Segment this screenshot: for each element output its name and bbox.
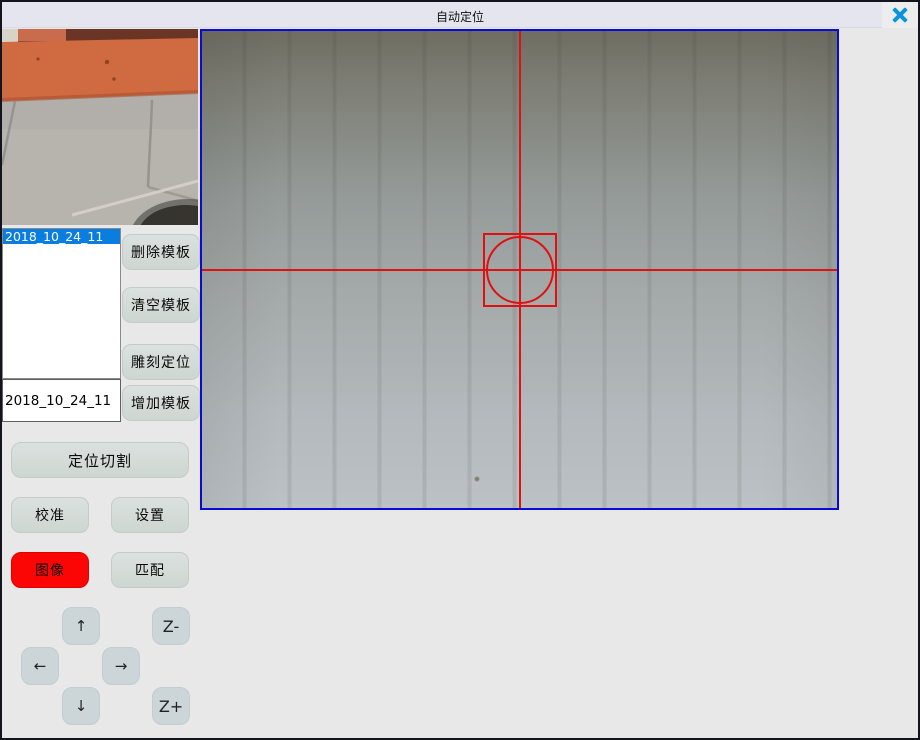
match-button[interactable]: 匹配 [111,552,189,588]
engrave-position-button[interactable]: 雕刻定位 [122,344,200,380]
position-cut-button[interactable]: 定位切割 [11,442,189,478]
camera-view [200,29,839,510]
dialog-title: 自动定位 [2,8,918,25]
template-list-item[interactable]: 2018_10_24_11 [3,229,120,244]
template-name-input[interactable] [2,379,121,422]
add-template-button[interactable]: 增加模板 [122,385,200,421]
clear-templates-button[interactable]: 清空模板 [122,287,200,323]
image-button-active[interactable]: 图像 [11,552,89,588]
jog-right-button[interactable]: → [102,647,140,685]
template-preview-image [2,29,198,225]
title-bar: 自动定位 [2,2,918,28]
jog-up-button[interactable]: ↑ [62,607,100,645]
settings-button[interactable]: 设置 [111,497,189,533]
delete-template-button[interactable]: 删除模板 [122,234,200,270]
close-icon [892,7,908,23]
close-button[interactable] [882,2,918,28]
jog-z-minus-button[interactable]: Z- [152,607,190,645]
jog-left-button[interactable]: ← [21,647,59,685]
calibrate-button[interactable]: 校准 [11,497,89,533]
jog-down-button[interactable]: ↓ [62,687,100,725]
target-circle [486,236,554,304]
jog-z-plus-button[interactable]: Z+ [152,687,190,725]
auto-position-dialog: 自动定位 2018_10_24_11 删除模板 清空模板 雕刻定位 增加模板 定… [0,0,920,740]
template-list[interactable]: 2018_10_24_11 [2,228,121,379]
